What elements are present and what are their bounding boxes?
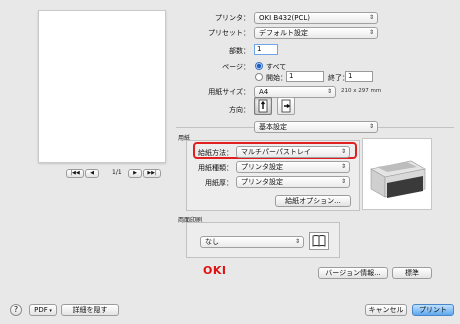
paper-weight-label: 用紙厚： — [205, 179, 233, 187]
popup-arrows-icon: ▾ — [47, 308, 52, 314]
paper-weight-value: プリンタ設定 — [241, 178, 283, 186]
print-button[interactable]: プリント — [412, 304, 454, 316]
preset-label: プリセット： — [208, 29, 250, 37]
paper-size-value: A4 — [259, 88, 269, 96]
popup-arrows-icon: ⇕ — [368, 14, 374, 21]
portrait-icon — [258, 99, 268, 113]
last-page-button[interactable]: ▶▶| — [143, 169, 161, 178]
duplex-select[interactable]: なし ⇕ — [200, 236, 304, 248]
pages-label: ページ： — [222, 63, 250, 71]
paper-type-label: 用紙種類： — [198, 164, 233, 172]
popup-arrows-icon: ⇕ — [326, 88, 332, 95]
feed-value: マルチパーパストレイ — [241, 148, 311, 156]
landscape-icon — [281, 99, 291, 113]
popup-arrows-icon: ⇕ — [340, 148, 346, 155]
pages-from-field[interactable]: 1 — [286, 71, 324, 82]
popup-arrows-icon: ⇕ — [340, 163, 346, 170]
printer-image — [362, 138, 432, 210]
paper-type-select[interactable]: プリンタ設定 ⇕ — [236, 161, 350, 173]
first-page-button[interactable]: |◀◀ — [66, 169, 84, 178]
hide-details-button[interactable]: 詳細を隠す — [61, 304, 119, 316]
standard-button[interactable]: 標準 — [392, 267, 432, 279]
popup-arrows-icon: ⇕ — [368, 29, 374, 36]
preview-page — [38, 10, 166, 163]
paper-size-dimensions: 210 x 297 mm — [341, 88, 382, 94]
printer-value: OKI B432(PCL) — [259, 14, 311, 22]
page-indicator: 1/1 — [112, 169, 122, 176]
oki-logo: OKI — [203, 264, 227, 277]
duplex-value: なし — [205, 238, 219, 246]
printer-label: プリンタ： — [215, 14, 250, 22]
popup-arrows-icon: ⇕ — [340, 178, 346, 185]
pages-to-field[interactable]: 1 — [345, 71, 373, 82]
feed-options-button[interactable]: 給紙オプション... — [275, 195, 351, 207]
version-info-button[interactable]: バージョン情報... — [318, 267, 388, 279]
copies-field[interactable]: 1 — [254, 44, 278, 55]
popup-arrows-icon: ⇕ — [294, 238, 300, 245]
orientation-label: 方向： — [229, 106, 250, 114]
help-icon: ? — [13, 305, 19, 314]
preset-select[interactable]: デフォルト設定 ⇕ — [254, 27, 378, 39]
section-value: 基本設定 — [259, 123, 287, 131]
paper-weight-select[interactable]: プリンタ設定 ⇕ — [236, 176, 350, 188]
feed-label: 給紙方法： — [198, 149, 233, 157]
copies-label: 部数： — [229, 47, 250, 55]
pdf-menu-button[interactable]: PDF ▾ — [29, 304, 57, 316]
printer-icon — [370, 160, 426, 198]
duplex-book-icon — [309, 232, 329, 250]
printer-select[interactable]: OKI B432(PCL) ⇕ — [254, 12, 378, 24]
section-select[interactable]: 基本設定 ⇕ — [254, 121, 378, 133]
paper-type-value: プリンタ設定 — [241, 163, 283, 171]
preset-value: デフォルト設定 — [259, 29, 308, 37]
pdf-label: PDF — [34, 306, 48, 314]
prev-page-button[interactable]: ◀ — [85, 169, 99, 178]
feed-select[interactable]: マルチパーパストレイ ⇕ — [236, 146, 350, 158]
pages-range-radio[interactable] — [255, 73, 263, 81]
orientation-landscape-button[interactable] — [277, 97, 295, 115]
pages-all-label: すべて — [266, 63, 287, 71]
pages-all-radio[interactable] — [255, 62, 263, 70]
next-page-button[interactable]: ▶ — [128, 169, 142, 178]
cancel-button[interactable]: キャンセル — [365, 304, 407, 316]
pages-from-label: 開始： — [266, 74, 287, 82]
help-button[interactable]: ? — [10, 304, 22, 316]
orientation-portrait-button[interactable] — [254, 97, 272, 115]
paper-size-label: 用紙サイズ： — [208, 88, 250, 96]
popup-arrows-icon: ⇕ — [368, 123, 374, 130]
